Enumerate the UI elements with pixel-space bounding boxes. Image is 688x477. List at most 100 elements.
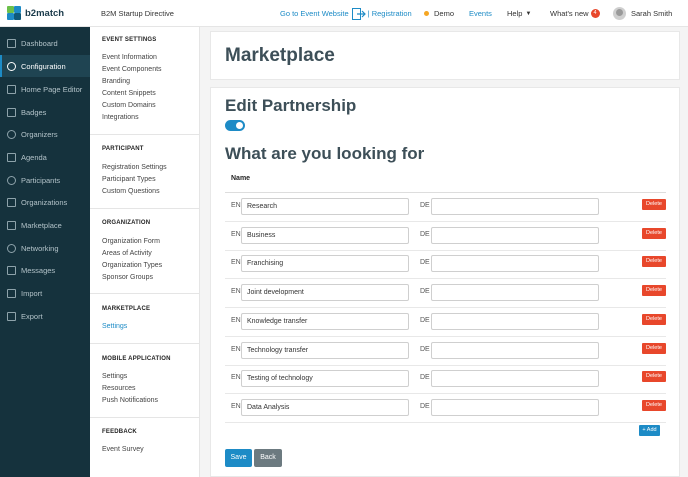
lang-de-label: DE [420,259,430,267]
table-row: EN Joint development DE Delete [225,279,666,309]
submenu-item-content-snippets[interactable]: Content Snippets [102,90,156,97]
sidebar-item-configuration[interactable]: Configuration [0,55,90,77]
looking-for-title: What are you looking for [225,144,425,163]
name-en-input[interactable]: Business [241,226,409,244]
gear-icon [7,61,16,71]
name-de-input[interactable] [431,198,599,215]
name-de-input[interactable] [431,284,599,302]
sidebar-item-label: Export [21,311,43,321]
export-icon [7,311,16,321]
table-row: EN Knowledge transfer DE Delete [225,308,666,337]
name-de-input[interactable] [431,398,599,416]
delete-button[interactable]: Delete [642,227,666,239]
main-content: Marketplace Edit Partnership What are yo… [210,31,680,477]
submenu-item-registration-settings[interactable]: Registration Settings [102,164,167,171]
lang-de-label: DE [420,288,430,296]
sidebar-item-label: Messages [21,265,56,275]
name-de-input[interactable] [431,255,599,273]
logo[interactable]: b2match [7,6,64,20]
name-en-input[interactable]: Joint development [241,284,409,302]
sidebar-item-label: Participants [21,175,61,185]
sidebar-item-label: Organizers [21,129,58,139]
organizers-icon [7,129,16,139]
name-en-input[interactable]: Knowledge transfer [241,312,409,330]
submenu-item-custom-questions[interactable]: Custom Questions [102,188,160,195]
dashboard-icon [7,38,16,48]
submenu-item-push-notifications[interactable]: Push Notifications [102,397,158,404]
sidebar-item-participants[interactable]: Participants [0,169,90,191]
name-en-input[interactable]: Testing of technology [241,370,409,388]
sidebar-item-messages[interactable]: Messages [0,259,90,281]
demo-indicator[interactable]: Demo [424,0,454,27]
submenu-item-event-components[interactable]: Event Components [102,66,162,73]
delete-button[interactable]: Delete [642,199,666,210]
sidebar-item-label: Configuration [21,61,66,71]
name-en-input[interactable]: Franchising [241,255,409,273]
sidebar-item-badges[interactable]: Badges [0,101,90,123]
partnership-form: Edit Partnership What are you looking fo… [210,87,680,477]
lang-de-label: DE [420,230,430,238]
submenu-item-event-information[interactable]: Event Information [102,54,157,61]
name-de-input[interactable] [431,312,599,330]
delete-button[interactable]: Delete [642,371,666,383]
sidebar-item-export[interactable]: Export [0,305,90,327]
delete-button[interactable]: Delete [642,399,666,411]
submenu-heading-event-settings: EVENT SETTINGS [102,37,157,43]
whats-new-button[interactable]: What's new 4 [550,0,600,27]
name-en-input[interactable]: Data Analysis [241,398,409,416]
lang-de-label: DE [420,202,430,209]
add-row-button[interactable]: + Add [639,425,660,436]
name-en-input[interactable]: Technology transfer [241,341,409,359]
sidebar-item-dashboard[interactable]: Dashboard [0,32,90,54]
submenu-item-participant-types[interactable]: Participant Types [102,176,156,183]
help-menu[interactable]: Help ▼ [507,0,531,27]
name-de-input[interactable] [431,226,599,244]
name-en-input[interactable]: Research [241,198,409,215]
name-de-input[interactable] [431,341,599,359]
registration-link[interactable]: | Registration [368,9,412,18]
participants-icon [7,175,16,185]
save-button[interactable]: Save [225,449,252,467]
delete-button[interactable]: Delete [642,342,666,354]
submenu-item-branding[interactable]: Branding [102,78,130,85]
sidebar-item-organizers[interactable]: Organizers [0,123,90,145]
sidebar-item-home-page-editor[interactable]: Home Page Editor [0,78,90,100]
submenu-item-organization-types[interactable]: Organization Types [102,262,162,269]
submenu-item-sponsor-groups[interactable]: Sponsor Groups [102,274,153,281]
sidebar-item-import[interactable]: Import [0,282,90,304]
user-menu[interactable]: Sarah Smith [613,0,672,27]
submenu-item-integrations[interactable]: Integrations [102,114,139,121]
sidebar-item-organizations[interactable]: Organizations [0,191,90,213]
page-header: Marketplace [210,31,680,80]
submenu-item-areas-of-activity[interactable]: Areas of Activity [102,250,152,257]
submenu-item-mobile-settings[interactable]: Settings [102,373,127,380]
submenu-divider [90,417,200,418]
submenu-divider [90,208,200,209]
delete-button[interactable]: Delete [642,256,666,268]
table-row: EN Testing of technology DE Delete [225,365,666,395]
submenu-item-event-survey[interactable]: Event Survey [102,446,144,453]
column-name-header: Name [231,175,251,182]
sidebar-item-label: Badges [21,107,47,117]
name-de-input[interactable] [431,370,599,388]
sidebar-item-networking[interactable]: Networking [0,237,90,259]
back-button[interactable]: Back [254,449,282,467]
sidebar-item-agenda[interactable]: Agenda [0,146,90,168]
submenu-heading-marketplace: MARKETPLACE [102,306,151,312]
page-title: Marketplace [225,45,335,66]
delete-button[interactable]: Delete [642,285,666,297]
submenu-divider [90,343,200,344]
go-to-event-link[interactable]: Go to Event Website | Registration [280,0,412,27]
sidebar-item-marketplace[interactable]: Marketplace [0,214,90,236]
submenu-item-organization-form[interactable]: Organization Form [102,238,160,245]
event-name: B2M Startup Directive [101,9,174,18]
events-link[interactable]: Events [469,0,492,27]
go-to-event-label: Go to Event Website [280,9,349,18]
partnership-toggle[interactable] [225,120,245,131]
delete-button[interactable]: Delete [642,313,666,325]
submenu-item-marketplace-settings[interactable]: Settings [102,323,127,330]
messages-icon [7,265,16,275]
submenu-item-resources[interactable]: Resources [102,385,135,392]
submenu-item-custom-domains[interactable]: Custom Domains [102,102,156,109]
table-row: EN Technology transfer DE Delete [225,337,666,366]
